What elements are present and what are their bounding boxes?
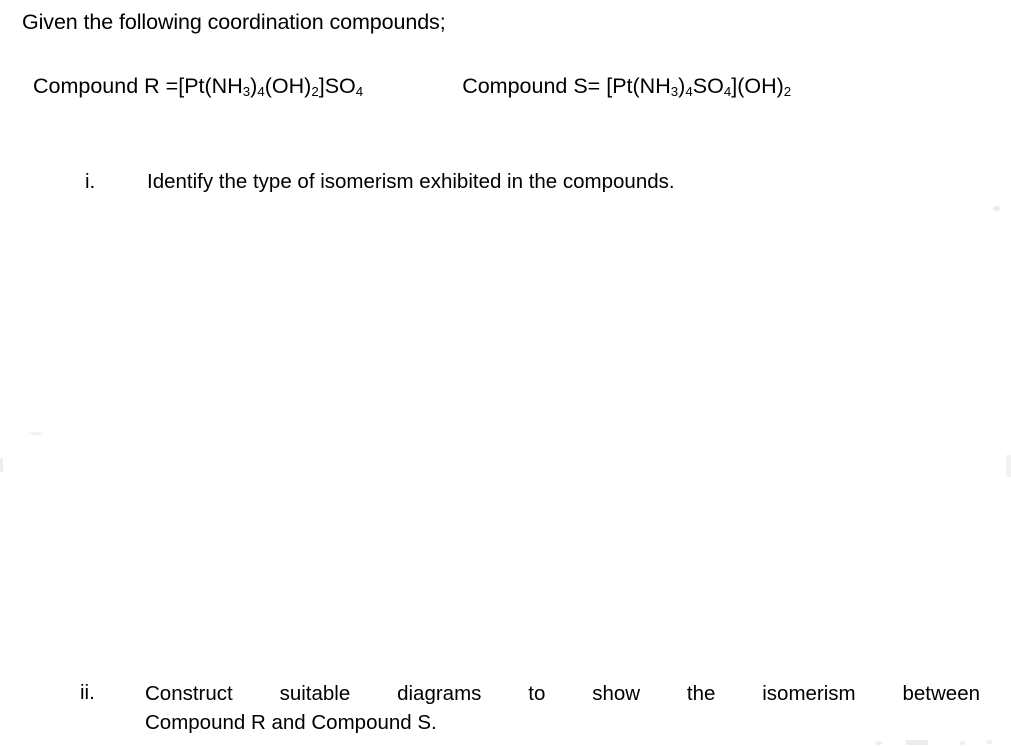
compound-r-formula: [Pt(NH3)4(OH)2]SO4 — [178, 74, 364, 100]
scan-artifact-smudge — [28, 432, 42, 435]
compound-s: Compound S= [Pt(NH3)4SO4](OH)2 — [462, 72, 791, 100]
compounds-row: Compound R =[Pt(NH3)4(OH)2]SO4 Compound … — [33, 72, 981, 100]
scan-artifact-cropped-text-d — [986, 740, 993, 744]
scan-artifact-cropped-text-a — [906, 740, 928, 745]
question-i-text: Identify the type of isomerism exhibited… — [147, 170, 675, 193]
question-ii-line-2: Compound R and Compound S. — [145, 711, 437, 734]
scan-artifact-edge-right — [1006, 455, 1011, 477]
compound-s-formula: [Pt(NH3)4SO4](OH)2 — [606, 74, 792, 100]
intro-text: Given the following coordination compoun… — [22, 10, 446, 34]
scan-artifact-speck — [993, 206, 1000, 211]
question-i-marker: i. — [85, 170, 96, 193]
document-page: Given the following coordination compoun… — [0, 0, 1011, 746]
compound-r-label: Compound R = — [33, 74, 179, 98]
scan-artifact-edge-left — [0, 458, 3, 472]
question-item-ii: ii. Construct suitable diagrams to show … — [80, 679, 980, 737]
question-ii-marker: ii. — [80, 681, 95, 704]
scan-artifact-cropped-text-c — [960, 741, 965, 745]
question-ii-line-1: Construct suitable diagrams to show the … — [145, 682, 980, 705]
question-item-i: i. Identify the type of isomerism exhibi… — [85, 168, 945, 195]
compound-r: Compound R =[Pt(NH3)4(OH)2]SO4 — [33, 72, 363, 100]
compound-s-label: Compound S= — [462, 74, 607, 98]
question-ii-text: Construct suitable diagrams to show the … — [145, 679, 980, 737]
scan-artifact-cropped-text-b — [876, 741, 882, 745]
